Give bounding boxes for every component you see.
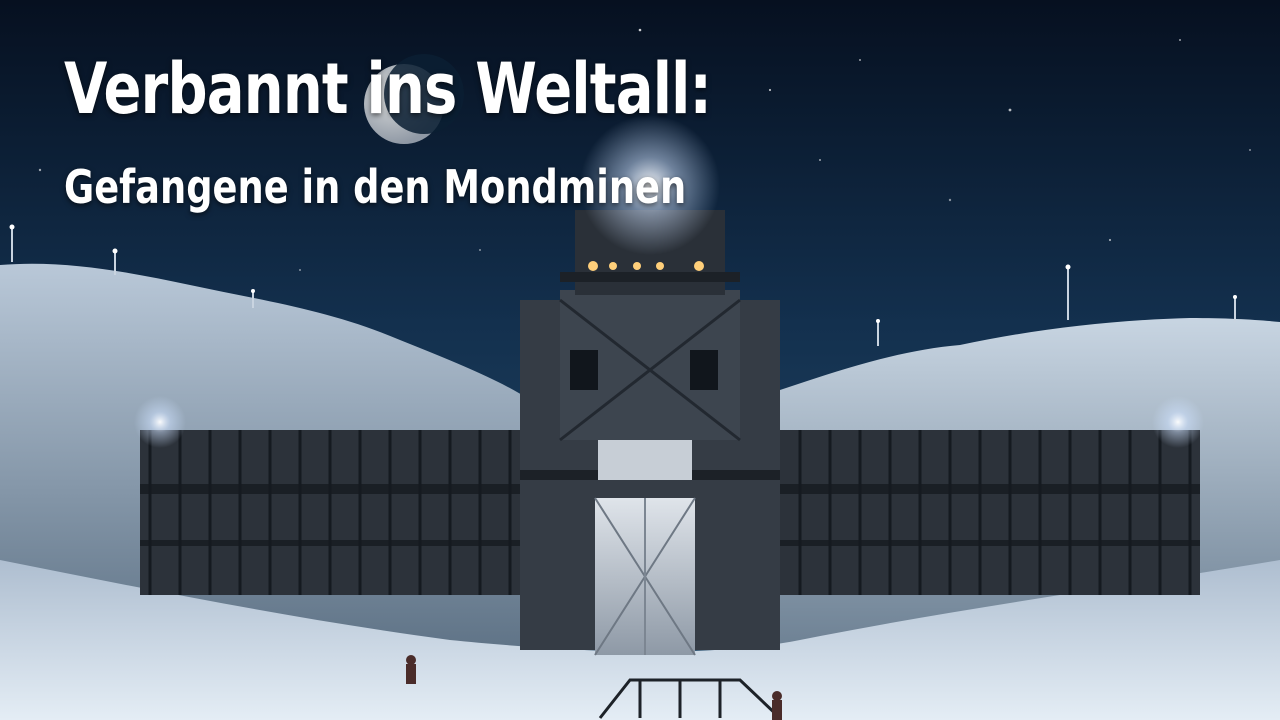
headline: Verbannt ins Weltall: xyxy=(64,48,712,130)
title-overlay: Verbannt ins Weltall: Gefangene in den M… xyxy=(64,54,873,210)
main-gate xyxy=(594,440,696,656)
subtitle: Gefangene in den Mondminen xyxy=(64,160,687,214)
